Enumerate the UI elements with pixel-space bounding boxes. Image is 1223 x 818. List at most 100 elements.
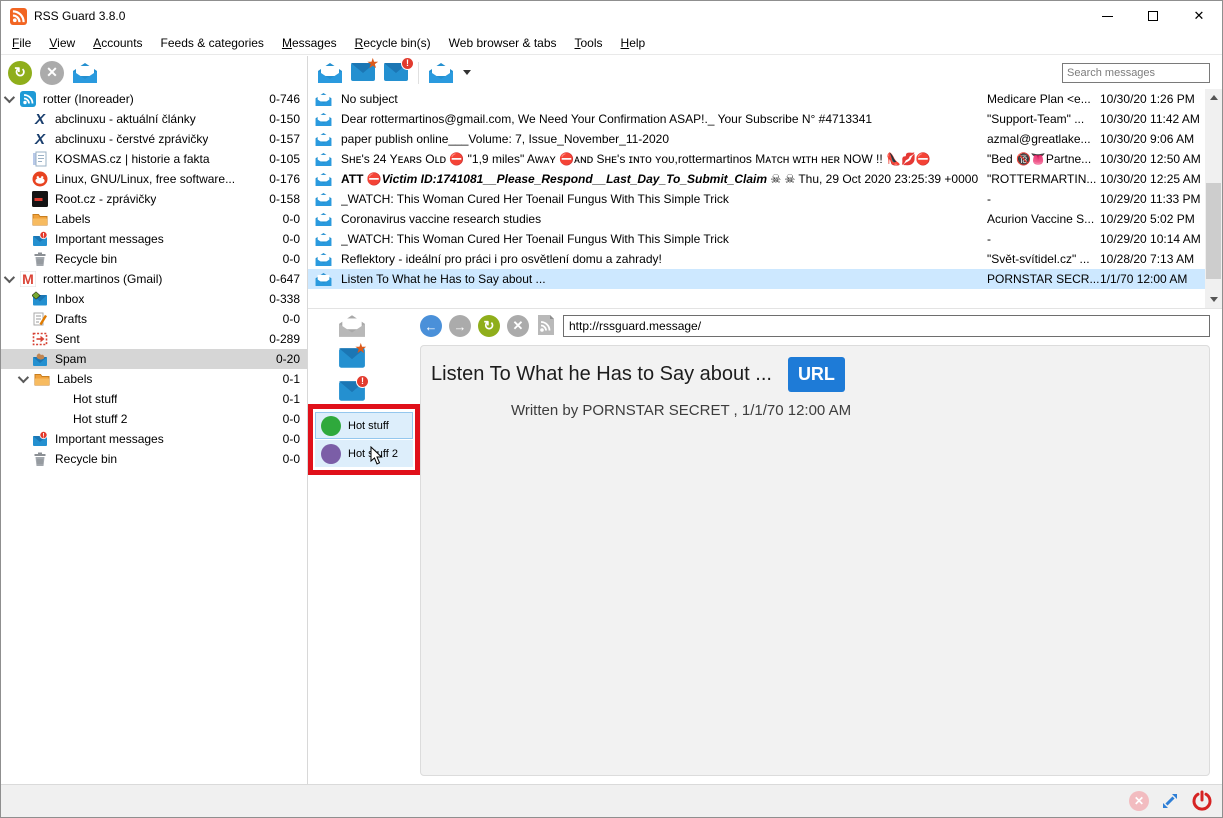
menu-feeds-categories[interactable]: Feeds & categories [152, 32, 273, 54]
message-row[interactable]: Sʜᴇ's 24 Yᴇᴀʀs Oʟᴅ ⛔ "1,9 miles" Aᴡᴀʏ ⛔ᴀ… [308, 149, 1205, 169]
dropdown-caret-icon[interactable] [463, 70, 471, 75]
message-sender: azmal@greatlake... [987, 132, 1100, 146]
menu-accounts[interactable]: Accounts [84, 32, 151, 54]
folder-labels-gmail[interactable]: Labels 0-1 [1, 369, 307, 389]
scroll-down-button[interactable] [1205, 291, 1222, 308]
menu-help[interactable]: Help [612, 32, 655, 54]
label-hot-stuff[interactable]: Hot stuff 0-1 [1, 389, 307, 409]
message-row[interactable]: Dear rottermartinos@gmail.com, We Need Y… [308, 109, 1205, 129]
menu-file[interactable]: File [3, 32, 40, 54]
maximize-icon [1148, 11, 1158, 21]
feed-spam[interactable]: Spam 0-20 [1, 349, 307, 369]
scrollbar-thumb[interactable] [1206, 183, 1221, 279]
message-row[interactable]: Coronavirus vaccine research studies Acu… [308, 209, 1205, 229]
message-list: No subject Medicare Plan <e... 10/30/20 … [308, 89, 1222, 309]
refresh-feeds-button[interactable]: ↻ [8, 61, 32, 85]
toggle-unread-button[interactable]: ! [338, 380, 364, 406]
reload-button[interactable]: ↻ [478, 315, 500, 337]
toggle-read-button[interactable] [338, 314, 364, 340]
mark-all-read-dropdown-button[interactable] [428, 62, 454, 84]
message-subject: Listen To What he Has to Say about ... [341, 272, 987, 286]
menu-view[interactable]: View [40, 32, 84, 54]
back-button[interactable]: ← [420, 315, 442, 337]
feed-recycle-bin-gmail[interactable]: Recycle bin 0-0 [1, 449, 307, 469]
menu-web-browser-tabs[interactable]: Web browser & tabs [440, 32, 566, 54]
url-button[interactable]: URL [788, 357, 845, 392]
message-row-selected[interactable]: Listen To What he Has to Say about ... P… [308, 269, 1205, 289]
stop-refresh-button[interactable]: ✕ [40, 61, 64, 85]
feed-rootcz[interactable]: Root.cz - zprávičky 0-158 [1, 189, 307, 209]
minimize-button[interactable] [1084, 1, 1130, 31]
close-icon: ✕ [1194, 11, 1205, 21]
arrow-down-icon [1210, 297, 1218, 302]
feed-label: Important messages [55, 232, 164, 246]
message-sender: "ROTTERMARTIN... [987, 172, 1100, 186]
feed-important-messages-inoreader[interactable]: ! Important messages 0-0 [1, 229, 307, 249]
popup-label-hot-stuff[interactable]: Hot stuff [315, 412, 413, 439]
message-title: Listen To What he Has to Say about ... [431, 363, 772, 386]
feed-linux-reddit[interactable]: Linux, GNU/Linux, free software... 0-176 [1, 169, 307, 189]
message-date: 10/30/20 12:25 AM [1100, 172, 1205, 186]
maximize-button[interactable] [1130, 1, 1176, 31]
feed-count: 0-157 [261, 132, 300, 146]
scroll-up-button[interactable] [1205, 89, 1222, 106]
folder-icon [32, 211, 48, 227]
message-date: 10/28/20 7:13 AM [1100, 252, 1205, 266]
written-by-line: Written by PORNSTAR SECRET , 1/1/70 12:0… [421, 402, 941, 419]
feed-inbox[interactable]: Inbox 0-338 [1, 289, 307, 309]
toggle-important-button[interactable]: ★ [338, 347, 364, 373]
mark-message-read-button[interactable] [317, 62, 343, 84]
label-name: Hot stuff [348, 420, 389, 432]
popup-label-hot-stuff-2[interactable]: Hot stuff 2 [315, 440, 413, 467]
menu-recycle-bins[interactable]: Recycle bin(s) [346, 32, 440, 54]
message-row[interactable]: _WATCH: This Woman Cured Her Toenail Fun… [308, 189, 1205, 209]
feed-pane: ↻ ✕ rotter (Inoreader) 0-746 X abclinuxu… [1, 56, 308, 784]
message-row[interactable]: Reflektory - ideální pro práci i pro osv… [308, 249, 1205, 269]
fullscreen-toggle-button[interactable] [1159, 790, 1181, 812]
message-sender: - [987, 192, 1100, 206]
chevron-down-icon[interactable] [18, 372, 29, 383]
feed-recycle-bin-inoreader[interactable]: Recycle bin 0-0 [1, 249, 307, 269]
chevron-down-icon[interactable] [4, 272, 15, 283]
mark-unread-button[interactable]: ! [383, 62, 409, 84]
label-hot-stuff-2[interactable]: Hot stuff 2 0-0 [1, 409, 307, 429]
menu-messages[interactable]: Messages [273, 32, 346, 54]
mark-important-button[interactable]: ★ [350, 62, 376, 84]
search-input[interactable] [1062, 63, 1210, 83]
feed-account-gmail[interactable]: M rotter.martinos (Gmail) 0-647 [1, 269, 307, 289]
message-date: 10/29/20 5:02 PM [1100, 212, 1205, 226]
message-row[interactable]: paper publish online___Volume: 7, Issue_… [308, 129, 1205, 149]
forward-button[interactable]: → [449, 315, 471, 337]
url-input[interactable] [563, 315, 1210, 337]
app-window: RSS Guard 3.8.0 ✕ File View Accounts Fee… [0, 0, 1223, 818]
feed-account-inoreader[interactable]: rotter (Inoreader) 0-746 [1, 89, 307, 109]
feed-count: 0-647 [261, 272, 300, 286]
message-subject: Reflektory - ideální pro práci i pro osv… [341, 252, 987, 266]
close-button[interactable]: ✕ [1176, 1, 1222, 31]
message-row[interactable]: ATT ⛔Victim ID:1741081__Please_Respond__… [308, 169, 1205, 189]
folder-icon [34, 371, 50, 387]
message-list-scrollbar[interactable] [1205, 89, 1222, 308]
message-row[interactable]: _WATCH: This Woman Cured Her Toenail Fun… [308, 229, 1205, 249]
svg-text:!: ! [42, 232, 44, 239]
feed-kosmas[interactable]: KOSMAS.cz | historie a fakta 0-105 [1, 149, 307, 169]
browser-toolbar: ← → ↻ ✕ [420, 314, 1210, 338]
feed-sent[interactable]: Sent 0-289 [1, 329, 307, 349]
feed-count: 0-0 [275, 232, 300, 246]
folder-labels-inoreader[interactable]: Labels 0-0 [1, 209, 307, 229]
chevron-down-icon[interactable] [4, 92, 15, 103]
quit-button[interactable] [1191, 790, 1213, 812]
feed-important-messages-gmail[interactable]: ! Important messages 0-0 [1, 429, 307, 449]
menu-tools[interactable]: Tools [566, 32, 612, 54]
feed-count: 0-0 [275, 432, 300, 446]
stop-button[interactable]: ✕ [507, 315, 529, 337]
mark-read-button[interactable] [72, 62, 98, 84]
svg-text:M: M [22, 271, 34, 287]
window-title: RSS Guard 3.8.0 [34, 9, 125, 23]
feed-abclinuxu-aktualni[interactable]: X abclinuxu - aktuální články 0-150 [1, 109, 307, 129]
sent-icon [32, 331, 48, 347]
feed-abclinuxu-cerstve[interactable]: X abclinuxu - čerstvé zprávičky 0-157 [1, 129, 307, 149]
feed-count: 0-1 [275, 372, 300, 386]
message-row[interactable]: No subject Medicare Plan <e... 10/30/20 … [308, 89, 1205, 109]
feed-drafts[interactable]: Drafts 0-0 [1, 309, 307, 329]
